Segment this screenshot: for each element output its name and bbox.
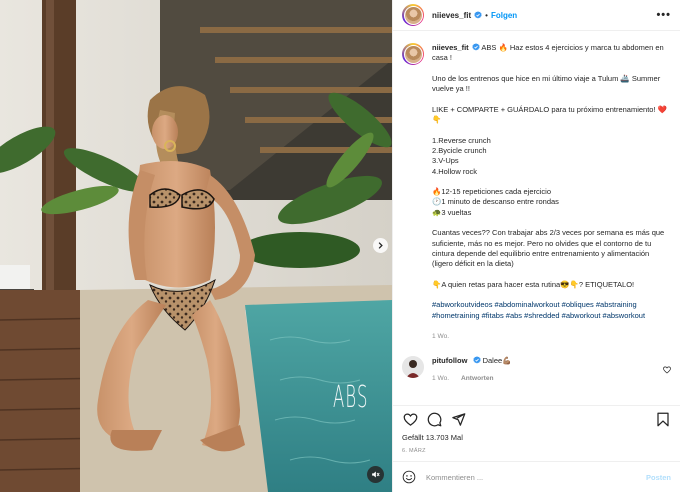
comment-time[interactable]: 1 Wo. — [432, 375, 449, 382]
like-button[interactable] — [402, 412, 418, 428]
post-video[interactable]: ABS — [0, 0, 392, 492]
caption-exercise-list: 1.Reverse crunch 2.Bycicle crunch 3.V-Up… — [432, 135, 491, 176]
verified-badge-icon — [474, 11, 482, 19]
paper-plane-icon — [451, 413, 465, 426]
author-avatar[interactable] — [402, 4, 424, 26]
caption-author-avatar[interactable] — [402, 43, 424, 65]
comment-item: pitufollow Dalee💪🏽 1 Wo. Antworten — [402, 356, 671, 384]
bookmark-icon — [657, 412, 669, 427]
post-actions-bar — [393, 405, 680, 433]
comment-body: pitufollow Dalee💪🏽 1 Wo. Antworten — [432, 356, 663, 384]
caption-time[interactable]: 1 Wo. — [432, 332, 671, 342]
chevron-right-icon — [378, 242, 383, 249]
comment-username[interactable]: pitufollow — [432, 356, 467, 365]
caption-paragraph-3: LIKE + COMPARTE + GUÁRDALO para tu próxi… — [432, 104, 667, 125]
post-comment-button[interactable]: Posten — [646, 473, 671, 482]
speech-bubble-icon — [427, 412, 441, 427]
follow-button[interactable]: Folgen — [491, 11, 517, 20]
author-username[interactable]: niieves_fit — [432, 11, 471, 20]
comment-text: Dalee💪🏽 — [482, 356, 512, 366]
video-overlay-text: ABS — [333, 380, 369, 415]
caption-paragraph-6: Cuantas veces?? Con trabajar abs 2/3 vec… — [432, 228, 665, 269]
likes-count[interactable]: Gefällt 13.703 Mal — [393, 433, 680, 445]
carousel-next-button[interactable] — [373, 238, 388, 253]
share-button[interactable] — [450, 412, 466, 428]
speaker-muted-icon — [372, 471, 380, 478]
caption-hashtags[interactable]: #abworkoutvideos #abdominalworkout #obli… — [432, 300, 671, 321]
caption-username[interactable]: niieves_fit — [432, 43, 469, 52]
heart-icon — [403, 413, 417, 426]
caption-paragraph-2: Uno de los entrenos que hice en mi últim… — [432, 73, 661, 94]
comment-meta: 1 Wo. Antworten — [432, 374, 663, 384]
caption-body: niieves_fit ABS 🔥 Haz estos 4 ejercicios… — [432, 43, 671, 342]
post-header: niieves_fit • Folgen ••• — [393, 0, 680, 31]
comment-input[interactable] — [426, 472, 646, 482]
comment-button[interactable] — [426, 412, 442, 428]
post-sidebar: niieves_fit • Folgen ••• niieves_fit ABS… — [392, 0, 680, 492]
caption: niieves_fit ABS 🔥 Haz estos 4 ejercicios… — [402, 43, 671, 342]
more-options-icon[interactable]: ••• — [656, 9, 671, 21]
save-button[interactable] — [655, 412, 671, 428]
video-frame-image — [0, 0, 392, 492]
separator-dot: • — [485, 10, 488, 20]
caption-paragraph-7: 👇A quien retas para hacer esta rutina😎👇?… — [432, 279, 635, 289]
verified-badge-icon — [472, 356, 481, 364]
comment-like-heart-icon[interactable] — [663, 366, 671, 374]
add-comment-bar: Posten — [393, 461, 680, 492]
caption-paragraph-1: niieves_fit ABS 🔥 Haz estos 4 ejercicios… — [432, 43, 671, 64]
post-modal: ABS niieves_fit • Folgen ••• niieves_fit… — [0, 0, 680, 492]
comments-section[interactable]: niieves_fit ABS 🔥 Haz estos 4 ejercicios… — [393, 31, 680, 405]
emoji-icon[interactable] — [402, 470, 416, 484]
reply-button[interactable]: Antworten — [461, 375, 494, 382]
verified-badge-icon — [472, 43, 480, 51]
mute-button[interactable] — [367, 466, 384, 483]
post-date[interactable]: 6. MÄRZ — [393, 445, 680, 461]
caption-workout-details: 🔥12-15 repeticiones cada ejercicio 🕐1 mi… — [432, 187, 559, 217]
commenter-avatar[interactable] — [402, 356, 424, 379]
